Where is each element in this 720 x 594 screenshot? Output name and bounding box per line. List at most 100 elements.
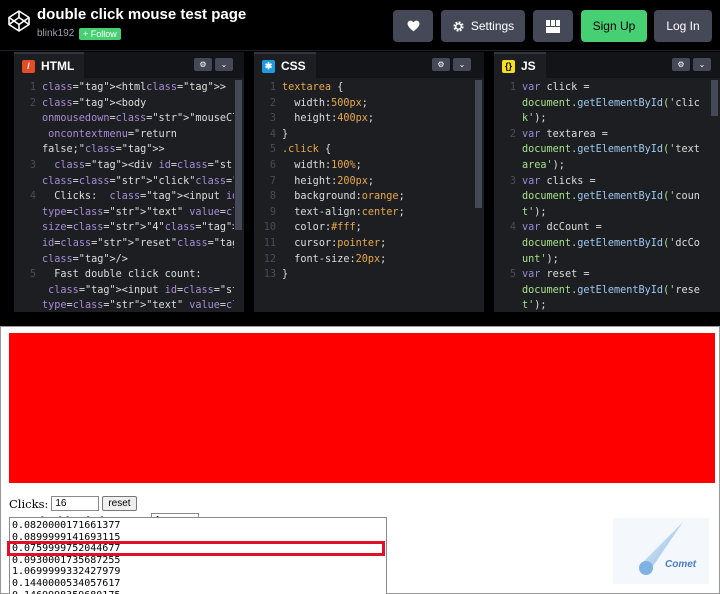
line-text: Clicks: class="tag"><input id=class="str…: [42, 191, 234, 203]
clicks-input[interactable]: 16: [51, 496, 100, 511]
line-text: type=class="str">"text" value=class="str…: [42, 206, 234, 218]
code-line: 5 Fast double click count:: [14, 267, 234, 283]
line-text: Fast double click count:: [42, 269, 202, 281]
click-area[interactable]: [9, 333, 715, 483]
line-number: [14, 205, 42, 221]
line-number: [14, 111, 42, 127]
line-text: unt');: [522, 253, 559, 265]
code-line: 1 class="tag"><htmlclass="tag">>: [14, 80, 234, 96]
line-number: 3: [269, 113, 276, 125]
line-text: width:100%;: [294, 159, 362, 171]
line-text: textarea {: [282, 82, 344, 93]
html-settings-icon[interactable]: ⚙: [194, 58, 212, 71]
code-line: 3 var clicks =: [494, 174, 710, 190]
line-number: 13: [263, 269, 276, 281]
code-line: 4}: [254, 127, 474, 143]
css-settings-icon[interactable]: ⚙: [432, 58, 450, 71]
line-number: 12: [263, 253, 276, 265]
log-entry: 0.0930001735687255: [12, 554, 121, 566]
html-editor-pane: / HTML ⚙ ⌄ 1 class="tag"><htmlclass="tag"…: [14, 52, 244, 312]
line-text: onmousedown=class="str">"mouseClick();": [42, 113, 234, 125]
editor-panels: / HTML ⚙ ⌄ 1 class="tag"><htmlclass="tag"…: [0, 52, 720, 314]
css-badge-icon: ✱: [262, 59, 275, 73]
code-line: t');: [494, 298, 710, 312]
love-button[interactable]: [393, 10, 433, 42]
code-line: 6 width:100%;: [254, 158, 474, 174]
line-number: [494, 252, 522, 268]
js-badge-icon: {}: [502, 59, 515, 73]
css-code[interactable]: 1 textarea {2 width:500px; 3 height:400px;…: [254, 80, 474, 312]
code-line: document.getElementById('coun: [494, 189, 710, 205]
settings-button[interactable]: Settings: [441, 10, 525, 42]
line-text: height:400px;: [294, 113, 375, 125]
follow-button[interactable]: + Follow: [79, 28, 121, 40]
reset-button[interactable]: reset: [102, 496, 137, 511]
line-number: [14, 252, 42, 268]
js-settings-icon[interactable]: ⚙: [672, 58, 690, 71]
line-text: t');: [522, 206, 547, 218]
layout-button[interactable]: [533, 10, 573, 42]
line-number: 6: [269, 159, 276, 171]
line-text: }: [282, 128, 289, 140]
log-entry: 0.0820000171661377: [12, 520, 121, 531]
html-code[interactable]: 1 class="tag"><htmlclass="tag">> 2 class="t…: [14, 80, 234, 312]
html-collapse-icon[interactable]: ⌄: [215, 58, 233, 71]
code-line: 11 cursor:pointer;: [254, 236, 474, 252]
html-tab-label: HTML: [41, 59, 75, 73]
line-number: 5: [269, 144, 276, 156]
code-line: 2 var textarea =: [494, 127, 710, 143]
codepen-logo-icon[interactable]: [7, 9, 31, 33]
js-scrollbar[interactable]: [711, 80, 718, 116]
css-scrollbar[interactable]: [475, 80, 482, 208]
line-text: document.getElementById('dcCo: [522, 237, 700, 249]
line-number: [494, 189, 522, 205]
code-line: 13}: [254, 267, 474, 283]
line-number: [494, 96, 522, 112]
code-line: 3 class="tag"><div id=class="str">"click…: [14, 158, 234, 174]
line-number: 10: [263, 222, 276, 234]
js-collapse-icon[interactable]: ⌄: [693, 58, 711, 71]
css-collapse-icon[interactable]: ⌄: [453, 58, 471, 71]
code-line: 2 class="tag"><body: [14, 96, 234, 112]
line-text: oncontextmenu="return: [48, 128, 177, 140]
layout-icon: [546, 19, 560, 33]
css-tab[interactable]: ✱ CSS: [254, 52, 316, 78]
html-tab[interactable]: / HTML: [14, 52, 85, 78]
line-number: [494, 283, 522, 299]
codepen-header: double click mouse test page blink192 + …: [0, 0, 720, 51]
line-text: size=class="str">"4"class="tag">> class=…: [42, 222, 234, 234]
js-tab[interactable]: {} JS: [494, 52, 546, 78]
code-line: id=class="str">"reset"class="tag">>reset…: [14, 236, 234, 252]
code-line: 4 var dcCount =: [494, 220, 710, 236]
pen-author[interactable]: blink192: [37, 28, 74, 39]
clicks-label: Clicks:: [9, 496, 49, 511]
js-tab-label: JS: [521, 59, 536, 73]
gear-icon: [453, 20, 464, 32]
line-text: .click {: [282, 144, 332, 156]
comet-logo-icon: Comet: [613, 518, 709, 584]
code-line: class="tag"><input id=class="str">"dcCou…: [14, 283, 234, 299]
login-button[interactable]: Log In: [654, 10, 712, 42]
signup-button[interactable]: Sign Up: [581, 10, 647, 42]
line-text: type=class="str">"text" value=class="str…: [42, 300, 234, 312]
pen-title: double click mouse test page: [37, 6, 247, 23]
js-code[interactable]: 1 var click = document.getElementById('cli…: [494, 80, 710, 312]
line-number: [14, 174, 42, 190]
code-line: class="tag">/>: [14, 252, 234, 268]
code-line: document.getElementById('rese: [494, 283, 710, 299]
line-text: background:orange;: [294, 191, 405, 203]
line-text: var dcCount =: [522, 222, 602, 234]
html-scrollbar[interactable]: [235, 80, 242, 230]
line-number: 4: [509, 222, 516, 234]
code-line: 7 height:200px;: [254, 174, 474, 190]
line-text: width:500px;: [294, 97, 368, 109]
code-line: 5 var reset =: [494, 267, 710, 283]
line-text: }: [282, 269, 289, 281]
js-editor-pane: {} JS ⚙ ⌄ 1 var click = document.getElemen…: [494, 52, 720, 312]
line-text: area');: [522, 159, 565, 171]
line-text: class="tag"><htmlclass="tag">>: [42, 82, 227, 93]
code-line: 10 color:#fff;: [254, 220, 474, 236]
code-line: onmousedown=class="str">"mouseClick();": [14, 111, 234, 127]
html-badge-icon: /: [22, 59, 35, 73]
line-number: 9: [269, 206, 276, 218]
